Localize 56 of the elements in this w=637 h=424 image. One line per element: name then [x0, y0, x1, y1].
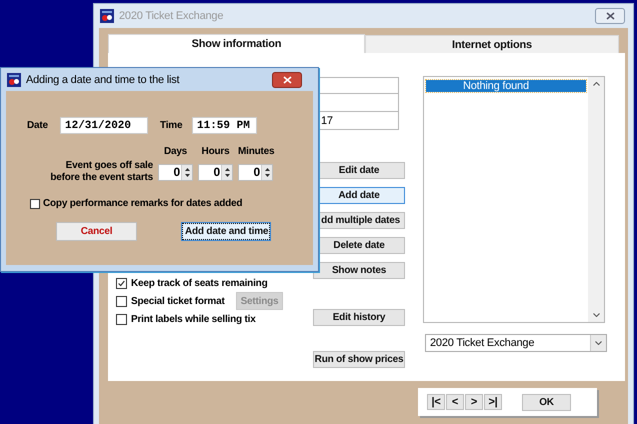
spin-field[interactable]: 0: [158, 164, 193, 180]
time-label: Time: [160, 120, 184, 131]
window-title: 2020 Ticket Exchange: [119, 10, 224, 22]
text-field[interactable]: 17: [317, 112, 399, 130]
checkbox-label: Print labels while selling tix: [131, 314, 256, 324]
close-button[interactable]: [595, 8, 625, 24]
check-icon: [117, 278, 126, 288]
caret-icon: [595, 341, 602, 345]
app-icon: [7, 72, 21, 86]
nav-button[interactable]: |<: [427, 394, 445, 410]
spin-field[interactable]: 0: [238, 164, 273, 180]
spinner-label: Minutes: [238, 146, 273, 157]
scrollbar[interactable]: [588, 77, 604, 322]
text-field[interactable]: [317, 77, 399, 94]
time-field[interactable]: 11:59 PM: [192, 117, 257, 134]
date-label: Date: [27, 120, 49, 131]
spin-arrows-icon: [264, 166, 270, 178]
spin-field[interactable]: 0: [198, 164, 233, 180]
checkbox[interactable]: [30, 198, 40, 208]
spinner-label: Hours: [200, 146, 230, 157]
checkbox[interactable]: [116, 278, 127, 288]
close-icon: [606, 12, 614, 20]
checkbox-label: Copy performance remarks for dates added: [43, 198, 242, 209]
nav-button[interactable]: >|: [484, 394, 502, 410]
checkbox[interactable]: [116, 296, 127, 306]
dropdown[interactable]: 2020 Ticket Exchange: [425, 334, 607, 352]
action-button[interactable]: Edit history: [313, 309, 405, 326]
spin-value: 0: [174, 165, 180, 179]
spin-value: 0: [254, 165, 260, 179]
dialog-title: Adding a date and time to the list: [26, 74, 180, 86]
spin-value: 0: [214, 165, 220, 179]
action-button[interactable]: Show notes: [313, 262, 405, 279]
action-button[interactable]: Run of show prices: [313, 351, 405, 368]
spin-arrows-icon: [224, 166, 230, 178]
tab[interactable]: Show information: [108, 34, 365, 53]
app-icon: [100, 9, 114, 23]
close-icon: [282, 76, 292, 84]
scroll-up-icon: [592, 82, 600, 86]
add-button[interactable]: Add date and time: [181, 222, 271, 241]
date-field[interactable]: 12/31/2020: [60, 117, 148, 134]
checkbox[interactable]: [116, 314, 127, 324]
dropdown-value: 2020 Ticket Exchange: [430, 337, 534, 349]
checkbox-label: Keep track of seats remaining: [131, 278, 268, 288]
spin-arrows-icon: [184, 166, 190, 178]
checkbox-label: Special ticket format: [131, 296, 225, 306]
cancel-button[interactable]: Cancel: [56, 222, 137, 241]
off-sale-label: Event goes off sale before the event starts: [49, 160, 153, 184]
close-button[interactable]: [272, 72, 302, 88]
tab[interactable]: Internet options: [364, 35, 619, 53]
ok-button[interactable]: OK: [522, 394, 571, 410]
text-field[interactable]: [317, 94, 399, 112]
list-item[interactable]: Nothing found: [426, 80, 586, 92]
nav-button[interactable]: >: [465, 394, 483, 410]
nav-button[interactable]: <: [446, 394, 464, 410]
scroll-down-icon: [592, 313, 600, 317]
spinner-label: Days: [162, 146, 188, 157]
